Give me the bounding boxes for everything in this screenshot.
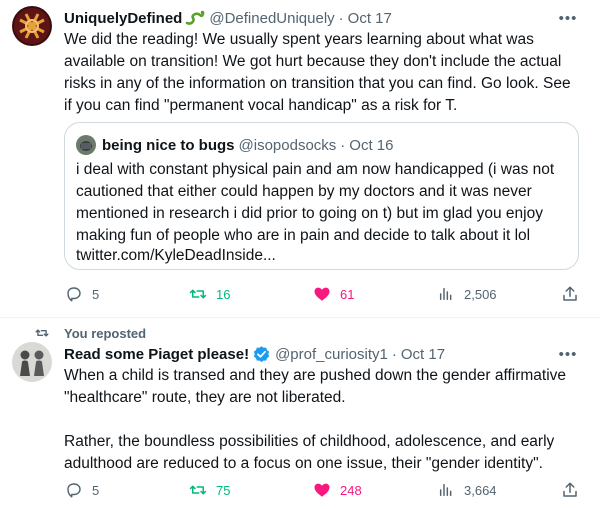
- like-count: 248: [340, 482, 362, 498]
- display-name[interactable]: Read some Piaget please!: [64, 346, 249, 363]
- share-button[interactable]: [560, 284, 580, 304]
- reply-count: 5: [92, 286, 100, 302]
- tweet-text-line: Rather, the boundless possibilities of c…: [64, 433, 555, 450]
- tweet-read-some-piaget[interactable]: You reposted Read some Piaget please! @p…: [0, 319, 600, 509]
- you-reposted-indicator: You reposted: [30, 325, 146, 341]
- like-button[interactable]: 61: [312, 284, 354, 304]
- timestamp[interactable]: Oct 17: [401, 346, 445, 363]
- like-icon: [312, 284, 332, 304]
- tweet-actions: 5 16 61 2,506: [64, 284, 584, 304]
- views-button[interactable]: 3,664: [436, 480, 497, 500]
- quoted-text-line: cautioned that either could happen by my…: [76, 183, 532, 200]
- views-icon: [436, 284, 456, 304]
- repost-icon: [188, 480, 208, 500]
- repost-button[interactable]: 75: [188, 480, 230, 500]
- reply-button[interactable]: 5: [64, 480, 99, 500]
- tweet-text-line: We did the reading! We usually spent yea…: [64, 31, 534, 48]
- user-handle[interactable]: @prof_curiosity1: [275, 346, 388, 363]
- separator-dot: ·: [391, 345, 397, 363]
- separator-dot: ·: [340, 136, 346, 154]
- views-icon: [436, 480, 456, 500]
- repost-button[interactable]: 16: [188, 284, 230, 304]
- like-icon: [312, 480, 332, 500]
- reply-button[interactable]: 5: [64, 284, 99, 304]
- like-count: 61: [340, 286, 355, 302]
- repost-count: 75: [216, 482, 231, 498]
- tweet-header: Read some Piaget please! @prof_curiosity…: [64, 344, 445, 364]
- quoted-user-handle[interactable]: @isopodsocks: [239, 137, 337, 154]
- quoted-text-line: making fun of people who are in pain and…: [76, 227, 531, 244]
- display-name[interactable]: UniquelyDefined: [64, 10, 182, 27]
- quoted-tweet-header: being nice to bugs @isopodsocks · Oct 16: [76, 135, 393, 155]
- you-reposted-label[interactable]: You reposted: [64, 326, 146, 341]
- tweet-actions: 5 75 248 3,664: [64, 480, 584, 500]
- views-count: 3,664: [464, 482, 497, 498]
- share-icon: [560, 284, 580, 304]
- repost-icon: [188, 284, 208, 304]
- quoted-tweet[interactable]: being nice to bugs @isopodsocks · Oct 16…: [64, 122, 579, 270]
- tweet-uniquelydefined[interactable]: UniquelyDefined @DefinedUniquely · Oct 1…: [0, 0, 600, 318]
- repost-count: 16: [216, 286, 231, 302]
- views-count: 2,506: [464, 286, 497, 302]
- share-icon: [560, 480, 580, 500]
- tweet-text-line: "healthcare" route, they are not liberat…: [64, 389, 346, 406]
- views-button[interactable]: 2,506: [436, 284, 497, 304]
- avatar-prof-curiosity[interactable]: [12, 342, 52, 382]
- tweet-text-line: if you can find "permanent vocal handica…: [64, 97, 458, 114]
- user-handle[interactable]: @DefinedUniquely: [209, 10, 334, 27]
- tweet-text-line: available on transition! We got hurt bec…: [64, 53, 562, 70]
- tweet-text-line: adulthood are reduced to a focus on one …: [64, 455, 543, 472]
- quoted-text-line: i deal with constant physical pain and a…: [76, 161, 555, 178]
- avatar-uniquelydefined[interactable]: [12, 6, 52, 46]
- tweet-header: UniquelyDefined @DefinedUniquely · Oct 1…: [64, 8, 392, 28]
- avatar-isopodsocks: [76, 135, 96, 155]
- verified-badge-icon: [252, 345, 271, 364]
- quoted-text-line: mentioned in research i did prior to goi…: [76, 205, 543, 222]
- tweet-text-line: When a child is transed and they are pus…: [64, 367, 567, 384]
- like-button[interactable]: 248: [312, 480, 362, 500]
- more-icon[interactable]: •••: [558, 8, 578, 28]
- separator-dot: ·: [338, 9, 344, 27]
- quoted-timestamp[interactable]: Oct 16: [349, 137, 393, 154]
- timestamp[interactable]: Oct 17: [348, 10, 392, 27]
- reply-icon: [64, 284, 84, 304]
- share-button[interactable]: [560, 480, 580, 500]
- reply-icon: [64, 480, 84, 500]
- tweet-text-line: risks in any of the information on trans…: [64, 75, 571, 92]
- quoted-link[interactable]: twitter.com/KyleDeadInside...: [76, 246, 276, 266]
- repost-icon: [30, 326, 50, 340]
- reply-count: 5: [92, 482, 100, 498]
- quoted-display-name[interactable]: being nice to bugs: [102, 137, 235, 154]
- snake-emoji-icon: [185, 9, 205, 27]
- more-icon[interactable]: •••: [558, 344, 578, 364]
